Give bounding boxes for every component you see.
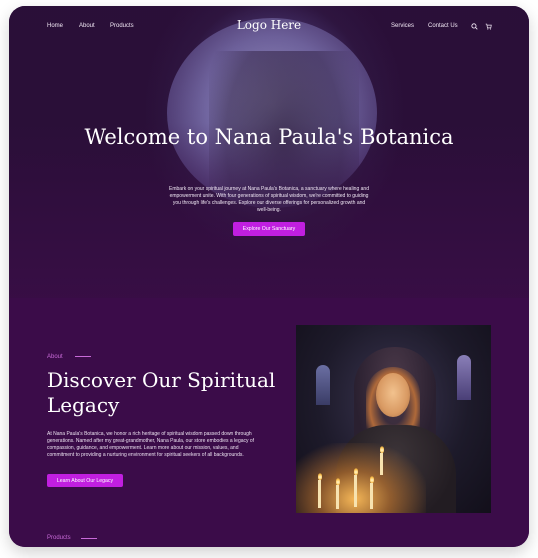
held-candle: [380, 453, 383, 475]
site-logo[interactable]: Logo Here: [219, 18, 319, 32]
nav-link-services[interactable]: Services: [391, 23, 414, 29]
hero-description: Embark on your spiritual journey at Nana…: [169, 186, 369, 213]
candle: [318, 480, 321, 508]
church-window-right: [457, 355, 471, 400]
candle-flame: [369, 476, 374, 483]
candle: [336, 485, 339, 509]
church-window-left: [316, 365, 330, 405]
candle-flame: [353, 468, 358, 475]
nav-link-home[interactable]: Home: [47, 23, 63, 29]
about-title: Discover Our Spiritual Legacy: [47, 368, 276, 417]
learn-legacy-button[interactable]: Learn About Our Legacy: [47, 474, 123, 487]
candle-flame: [317, 473, 322, 480]
nav-link-products[interactable]: Products: [110, 23, 134, 29]
hero-title: Welcome to Nana Paula's Botanica: [84, 125, 454, 149]
cart-icon[interactable]: [485, 23, 492, 30]
about-description: At Nana Paula's Botanica, we honor a ric…: [47, 431, 255, 458]
about-eyebrow-divider: [75, 356, 91, 357]
nav-link-contact[interactable]: Contact Us: [428, 23, 458, 29]
about-woman-candles-image: [296, 325, 491, 513]
about-eyebrow: About: [47, 354, 63, 360]
candle-flame: [335, 478, 340, 485]
candle: [354, 475, 357, 507]
hero-section: Home About Products Logo Here Services C…: [9, 6, 529, 298]
candle: [370, 483, 373, 509]
about-section: About Discover Our Spiritual Legacy At N…: [9, 298, 529, 547]
candle-flame: [379, 446, 384, 453]
explore-sanctuary-button[interactable]: Explore Our Sanctuary: [233, 222, 305, 236]
candle-glow: [296, 443, 426, 513]
page-frame: Home About Products Logo Here Services C…: [9, 6, 529, 547]
top-nav: Home About Products Logo Here Services C…: [9, 6, 529, 46]
nav-link-about[interactable]: About: [79, 23, 95, 29]
hero-overlay: [9, 6, 529, 298]
products-eyebrow-divider: [81, 538, 97, 539]
products-eyebrow: Products: [47, 535, 71, 541]
search-icon[interactable]: [471, 23, 478, 30]
woman-face: [376, 373, 410, 417]
